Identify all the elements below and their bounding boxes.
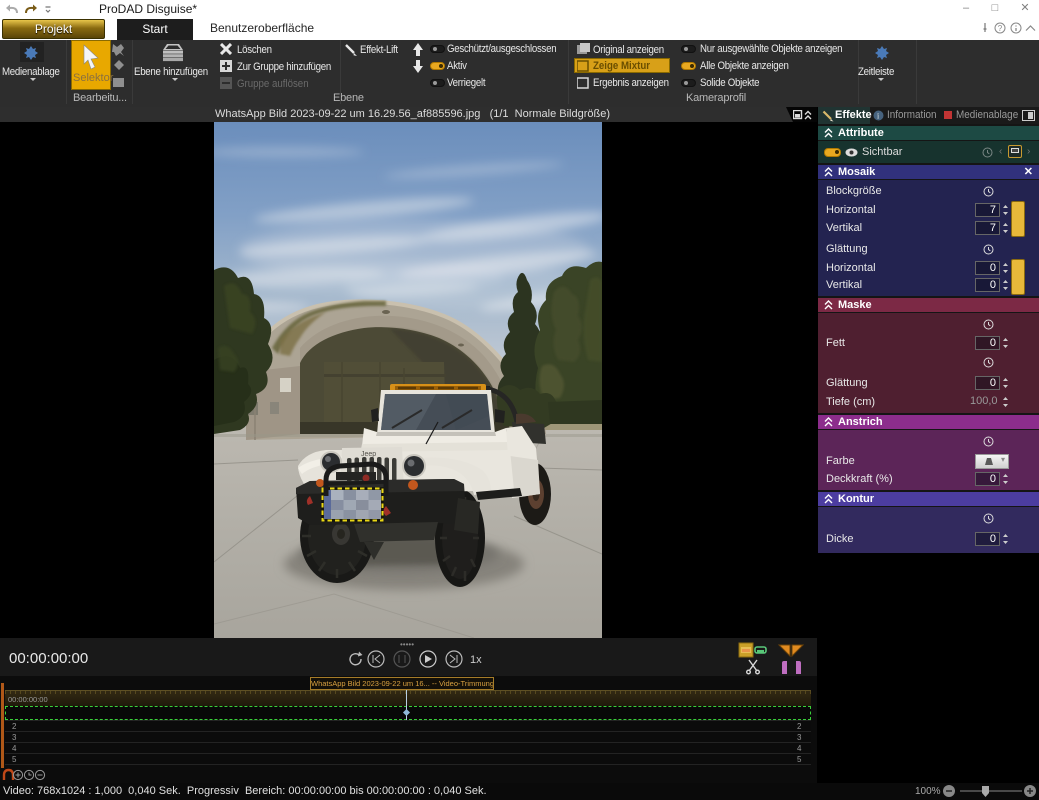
svg-text:?: ? bbox=[998, 24, 1003, 33]
svg-text:1x: 1x bbox=[470, 654, 482, 666]
svg-text:Jeep: Jeep bbox=[361, 451, 376, 458]
